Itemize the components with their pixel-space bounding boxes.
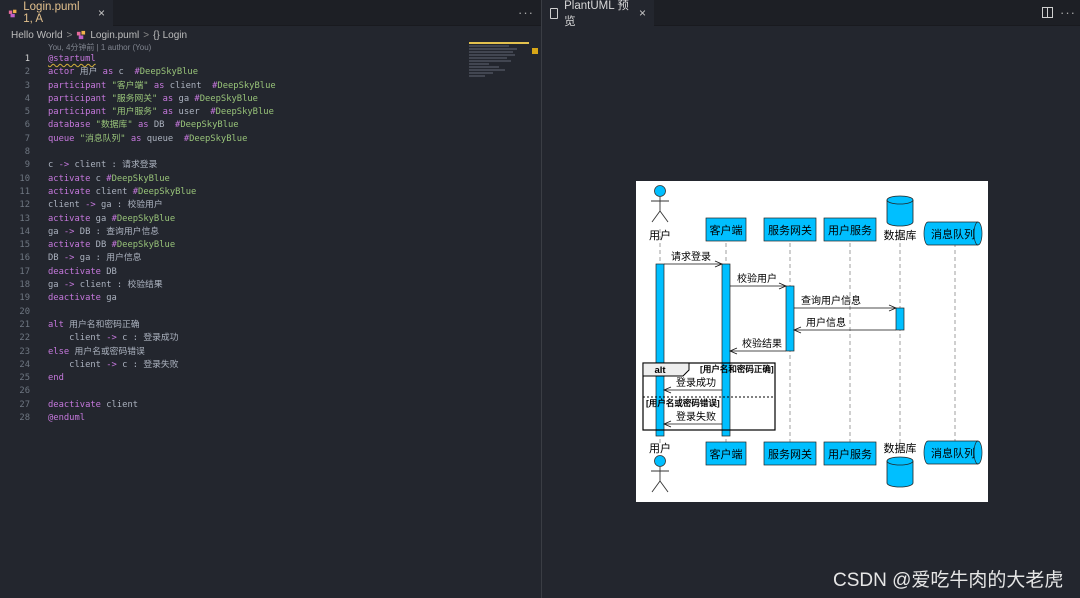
diagram-svg: 用户 客户端 服务网关 用户服务 数据库 消息队列用户 客户端 服务网关 用户服务 数据库 消息队列…	[642, 185, 983, 493]
participant-label: 数据库	[884, 228, 917, 242]
alt-keyword: alt	[654, 365, 666, 376]
actor-leg	[651, 210, 661, 223]
code-line: 23 else 用户名或密码错误	[19, 346, 145, 357]
breadcrumb-symbol[interactable]: {} Login	[153, 30, 187, 41]
message-label: 查询用户信息	[801, 294, 861, 307]
actor-leg	[651, 480, 661, 493]
code-line: 12 client -> ga : 校验用户	[19, 200, 163, 211]
alt-condition: [用户名和密码正确]	[700, 364, 774, 374]
editor-group-left: Login.puml 1, A × ··· Hello World > Logi…	[0, 0, 541, 598]
chevron-right-icon: >	[66, 29, 73, 41]
message-label: 请求登录	[671, 250, 711, 263]
code-line: 24 client -> c : 登录失败	[19, 359, 179, 370]
code-line: 2 actor 用户 as c #DeepSkyBlue	[24, 67, 199, 78]
code-line: 27 deactivate client	[19, 399, 139, 410]
activation-bar	[655, 263, 665, 437]
code-line: 28 @enduml	[19, 413, 86, 424]
split-editor-icon[interactable]	[1042, 7, 1053, 18]
code-line: 22 client -> c : 登录成功	[19, 333, 179, 344]
code-line: 7 queue "消息队列" as queue #DeepSkyBlue	[24, 133, 248, 144]
participant-label: 消息队列	[931, 227, 975, 241]
message-label: 校验结果	[742, 337, 782, 350]
message-label: 用户信息	[806, 316, 846, 329]
actor-leg	[659, 480, 669, 493]
plantuml-file-icon	[77, 30, 86, 40]
preview-tabbar: PlantUML 预览 × ···	[542, 0, 1080, 28]
editor-tabbar: Login.puml 1, A × ···	[0, 0, 541, 26]
code-line: 8	[24, 147, 30, 158]
message-label: 校验用户	[737, 272, 777, 285]
code-line: 14 ga -> DB : 查询用户信息	[19, 226, 160, 237]
alt-tab	[642, 362, 690, 377]
code-line: 16 DB -> ga : 用户信息	[19, 253, 142, 264]
participant-label: 服务网关	[768, 223, 812, 237]
participant-label: 消息队列	[931, 446, 975, 460]
message-label: 登录成功	[676, 376, 716, 389]
chevron-right-icon: >	[143, 29, 150, 41]
participant-label: 用户	[649, 441, 671, 455]
participant-label: 服务网关	[768, 447, 812, 461]
sequence-diagram: 用户 客户端 服务网关 用户服务 数据库 消息队列 用户 客户端 服务网关 用户服务 数据库 消息队列…	[636, 181, 988, 502]
code-line: 5 participant "用户服务" as user #DeepSkyBlue	[24, 107, 274, 118]
code-text: @startuml	[48, 54, 96, 64]
code-line: 13 activate ga #DeepSkyBlue	[19, 213, 176, 224]
tab-title: PlantUML 预览	[564, 0, 629, 28]
file-icon	[550, 7, 559, 19]
code-line: 4 participant "服务网关" as ga #DeepSkyBlue	[24, 93, 258, 104]
code-line: 6 database "数据库" as DB #DeepSkyBlue	[24, 120, 239, 131]
code-line: 9c -> client : 请求登录	[24, 160, 158, 171]
code-line: 25 end	[19, 373, 64, 384]
code-line: 10 activate c #DeepSkyBlue	[19, 173, 170, 184]
participant-label: 客户端	[710, 223, 743, 237]
tab-login-puml[interactable]: Login.puml 1, A ×	[0, 0, 113, 26]
scrollbar-marker[interactable]	[532, 48, 538, 54]
more-actions-icon[interactable]: ···	[518, 5, 534, 20]
participant-label: 数据库	[884, 441, 917, 455]
code-line: 19 deactivate ga	[19, 293, 117, 304]
activation-bar	[895, 307, 905, 331]
watermark: CSDN @爱吃牛肉的大老虎	[833, 570, 1064, 591]
close-icon[interactable]: ×	[98, 6, 105, 20]
activation-bar	[785, 285, 795, 352]
plantuml-file-icon	[8, 9, 17, 17]
actor-leg	[659, 210, 669, 223]
activation-bar	[721, 263, 731, 437]
code-line: 17 deactivate DB	[19, 266, 117, 277]
message-label: 登录失败	[676, 410, 716, 423]
minimap[interactable]	[469, 42, 531, 88]
tab-title: Login.puml 1, A	[23, 1, 80, 25]
database-top	[886, 195, 914, 205]
participant-label: 用户服务	[828, 223, 872, 237]
close-icon[interactable]: ×	[639, 6, 646, 20]
code-line: 18 ga -> client : 校验结果	[19, 280, 163, 291]
actor-head	[654, 455, 666, 467]
code-line: 11 activate client #DeepSkyBlue	[19, 186, 197, 197]
participant-label: 用户	[649, 228, 671, 242]
code-line: 3 participant "客户端" as client #DeepSkyBlu…	[24, 80, 276, 91]
more-actions-icon[interactable]: ···	[1060, 5, 1076, 20]
code-editor[interactable]: 1 @startuml 2 actor 用户 as c #DeepSkyBlue 3…	[0, 53, 470, 425]
participant-label: 客户端	[710, 447, 743, 461]
actor-head	[654, 185, 666, 197]
code-line: 26	[19, 386, 30, 397]
code-line: 20	[19, 306, 30, 317]
codelens-blame[interactable]: You, 4分钟前 | 1 author (You)	[48, 42, 151, 53]
breadcrumb: Hello World > Login.puml > {} Login	[11, 28, 187, 42]
tab-plantuml-preview[interactable]: PlantUML 预览 ×	[542, 0, 654, 28]
participant-label: 用户服务	[828, 447, 872, 461]
else-condition: [用户名或密码错误]	[646, 398, 720, 408]
code-line: 15 activate DB #DeepSkyBlue	[19, 240, 176, 251]
breadcrumb-folder[interactable]: Hello World	[11, 30, 63, 41]
code-line: 21 alt 用户名和密码正确	[19, 319, 140, 330]
breadcrumb-file[interactable]: Login.puml	[90, 30, 139, 41]
database-top	[886, 456, 914, 466]
code-line: 1 @startuml	[0, 53, 470, 66]
